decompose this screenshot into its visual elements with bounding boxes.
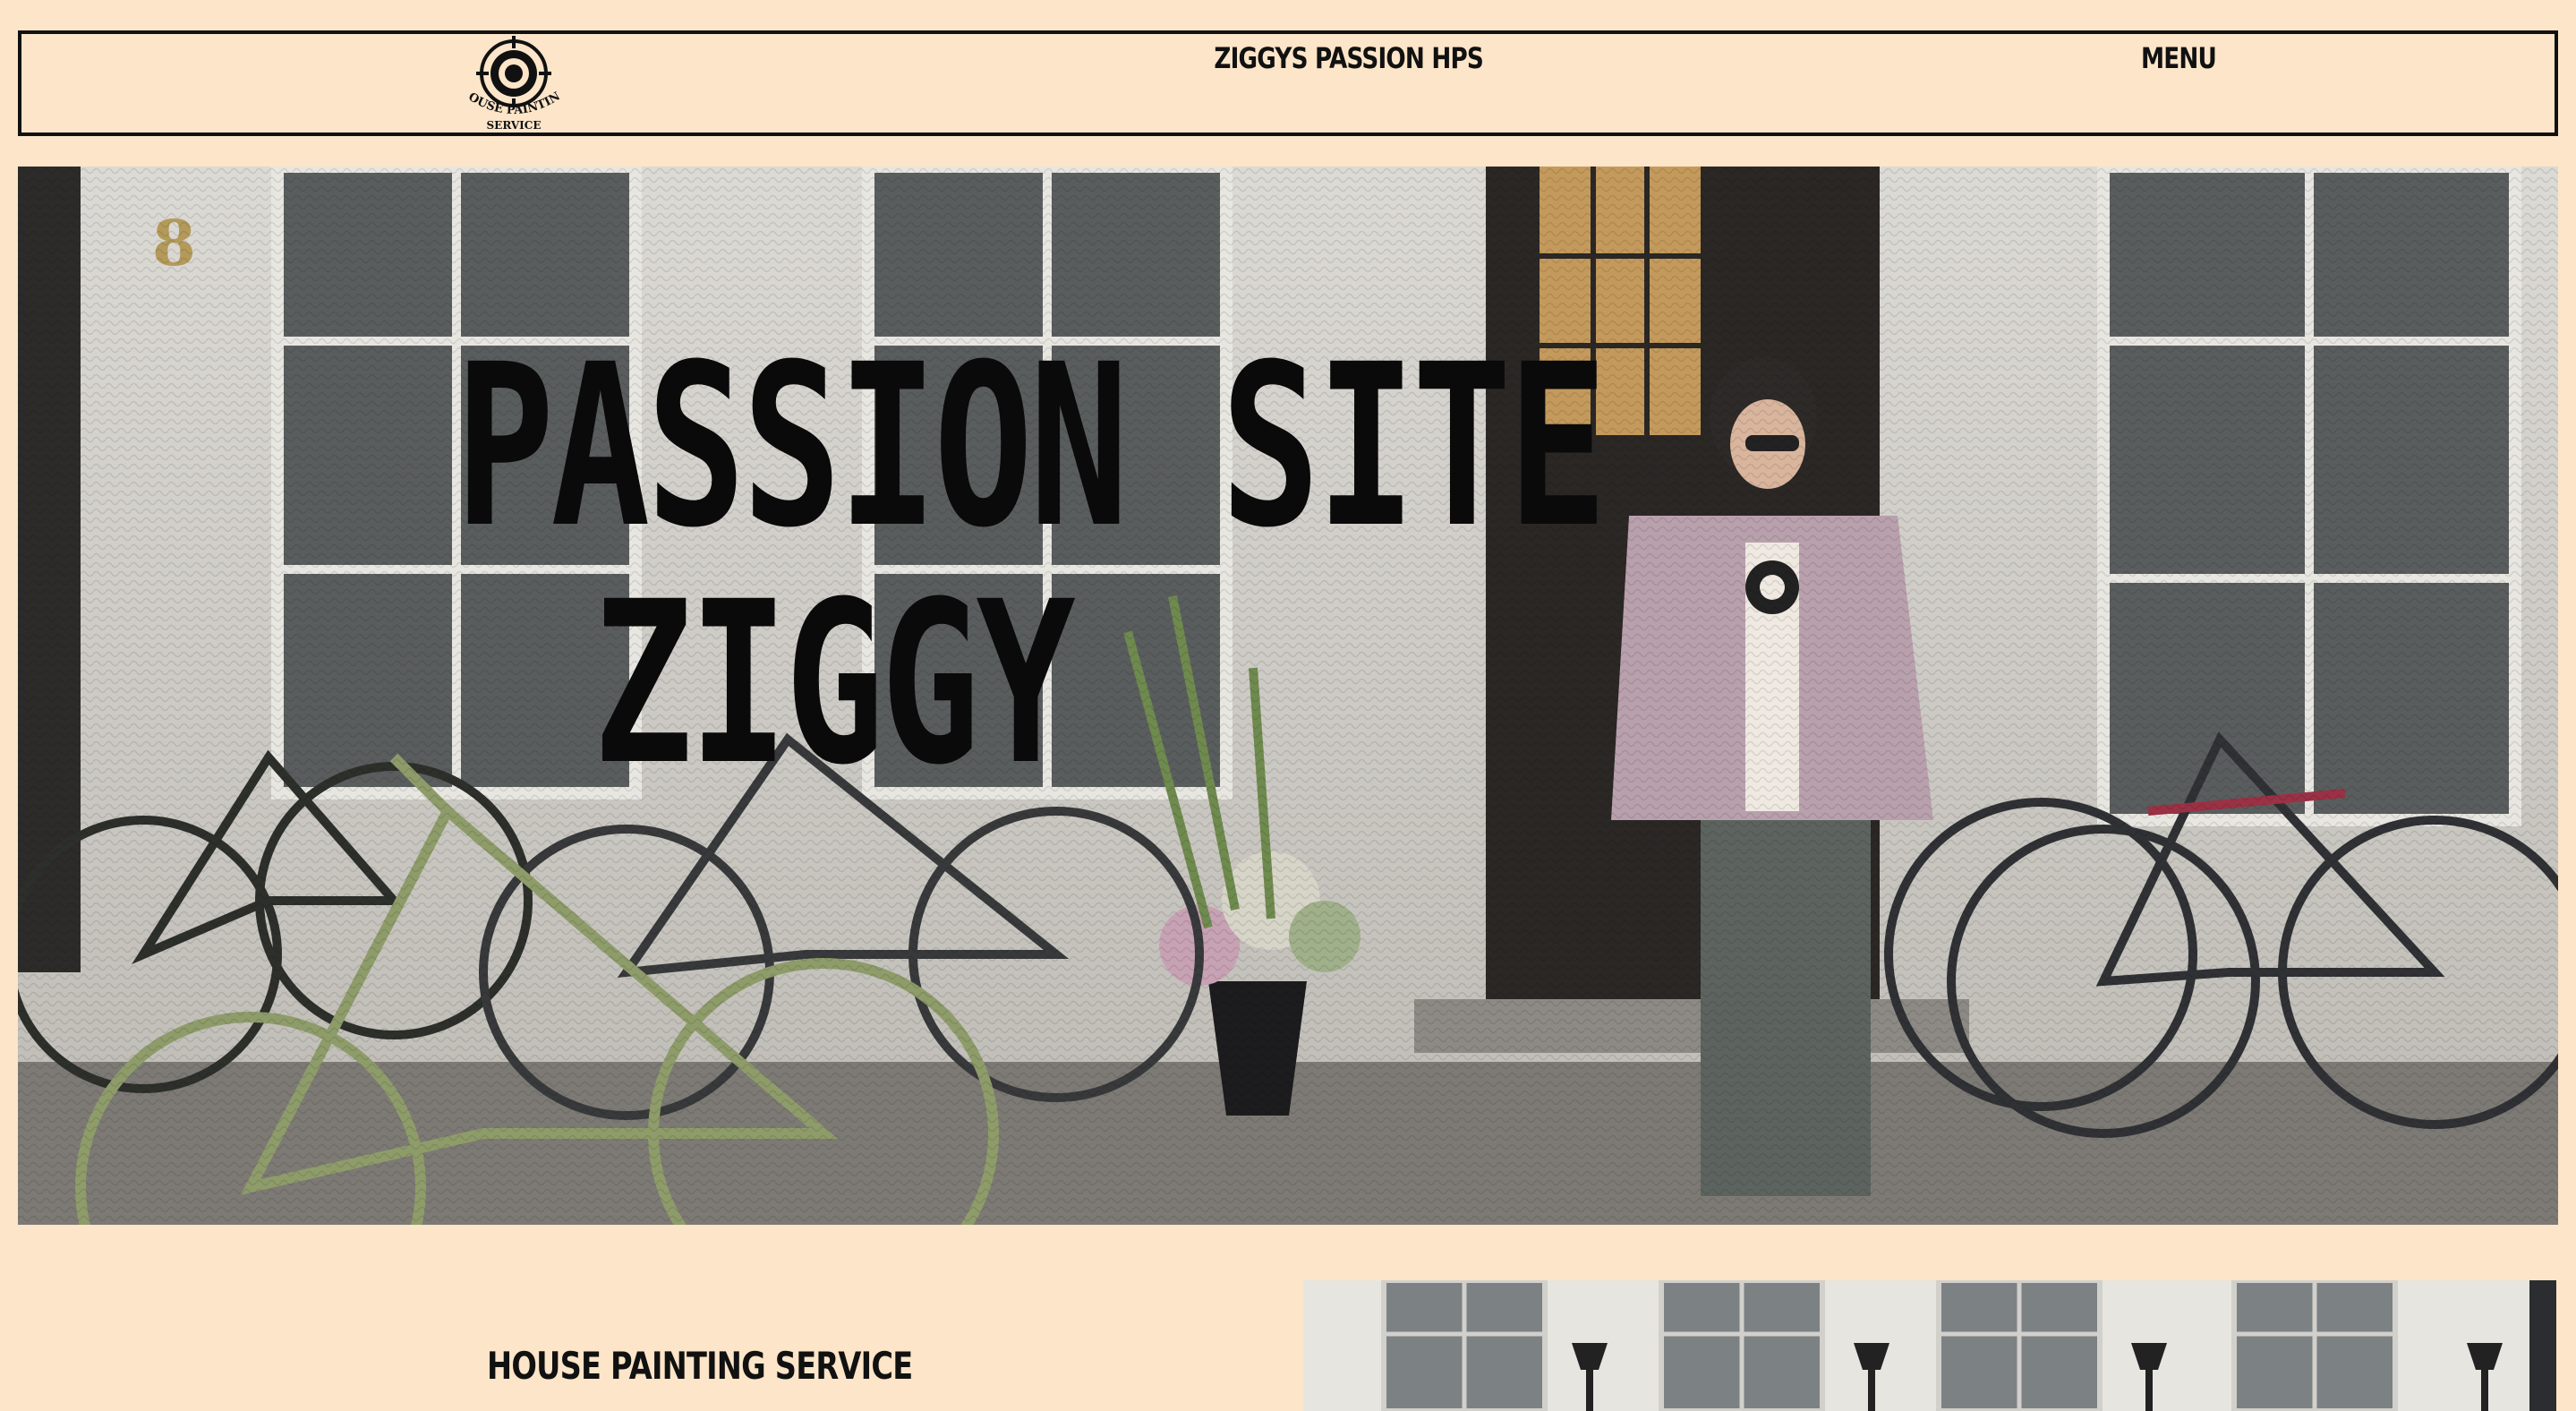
hero-heading-line-1: PASSION SITE bbox=[455, 316, 1608, 577]
menu-button[interactable]: MENU bbox=[2112, 41, 2245, 75]
logo-text-line-2: SERVICE bbox=[487, 119, 542, 132]
site-title[interactable]: ZIGGYS PASSION HPS bbox=[1214, 41, 1483, 75]
hero-heading-line-2: ZIGGY bbox=[593, 553, 1076, 814]
target-icon: HOUSE PAINTING SERVICE bbox=[446, 26, 563, 132]
logo[interactable]: HOUSE PAINTING SERVICE bbox=[446, 26, 576, 133]
hero-banner: 8 bbox=[18, 167, 2558, 1225]
hero-heading: PASSION SITE ZIGGY bbox=[322, 316, 1608, 814]
section-heading: HOUSE PAINTING SERVICE bbox=[487, 1343, 913, 1388]
site-header: HOUSE PAINTING SERVICE ZIGGYS PASSION HP… bbox=[18, 26, 2558, 136]
facade-photo bbox=[1303, 1280, 2556, 1411]
